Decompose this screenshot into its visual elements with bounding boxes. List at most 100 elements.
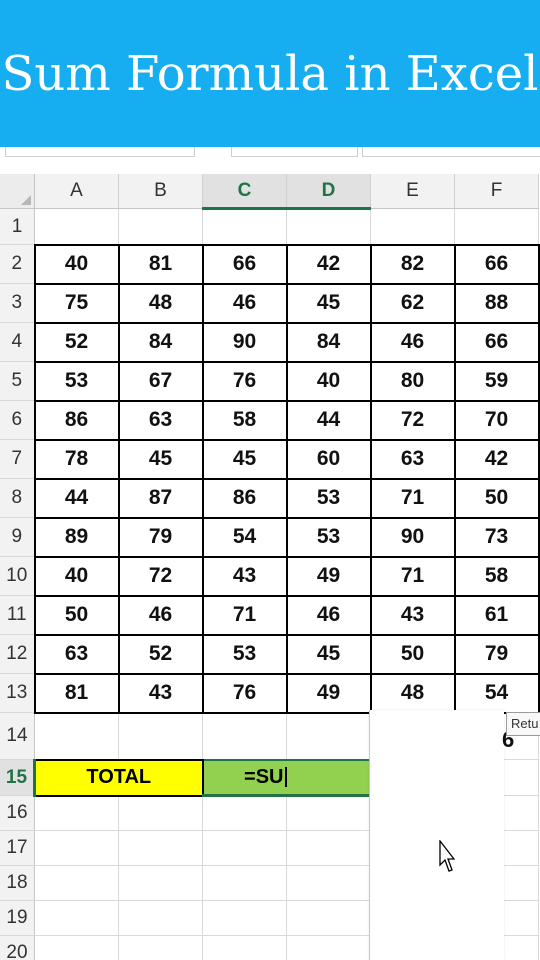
row-header-17[interactable]: 17 [0,830,35,866]
formula-bar[interactable] [362,147,540,157]
data-cell-a5[interactable]: 53 [33,360,120,402]
data-cell-c8[interactable]: 86 [201,477,288,519]
data-cell-d13[interactable]: 49 [285,672,372,714]
data-cell-e9[interactable]: 90 [369,516,456,558]
data-cell-b10[interactable]: 72 [117,555,204,597]
row-header-3[interactable]: 3 [0,283,35,323]
empty-cell[interactable] [34,208,119,245]
empty-cell[interactable] [34,795,119,831]
data-cell-b4[interactable]: 84 [117,321,204,363]
data-cell-d9[interactable]: 53 [285,516,372,558]
empty-cell[interactable] [454,208,539,245]
row-header-4[interactable]: 4 [0,322,35,362]
column-header-e[interactable]: E [370,174,455,209]
data-cell-a9[interactable]: 89 [33,516,120,558]
total-label-cell[interactable]: TOTAL [33,758,204,797]
empty-cell[interactable] [286,865,371,901]
empty-cell[interactable] [34,865,119,901]
data-cell-d11[interactable]: 46 [285,594,372,636]
data-cell-b11[interactable]: 46 [117,594,204,636]
empty-cell[interactable] [202,830,287,866]
empty-cell[interactable] [286,208,371,245]
data-cell-c5[interactable]: 76 [201,360,288,402]
data-cell-b8[interactable]: 87 [117,477,204,519]
data-cell-a13[interactable]: 81 [33,672,120,714]
data-cell-e4[interactable]: 46 [369,321,456,363]
data-cell-c12[interactable]: 53 [201,633,288,675]
data-cell-d7[interactable]: 60 [285,438,372,480]
data-cell-f11[interactable]: 61 [453,594,540,636]
data-cell-c11[interactable]: 71 [201,594,288,636]
row-header-1[interactable]: 1 [0,208,35,245]
data-cell-d12[interactable]: 45 [285,633,372,675]
data-cell-e5[interactable]: 80 [369,360,456,402]
empty-cell[interactable] [286,795,371,831]
data-cell-c4[interactable]: 90 [201,321,288,363]
autocomplete-dropdown[interactable] [369,710,504,960]
empty-cell[interactable] [118,712,203,760]
row-header-8[interactable]: 8 [0,478,35,518]
data-cell-b7[interactable]: 45 [117,438,204,480]
data-cell-d10[interactable]: 49 [285,555,372,597]
data-cell-f10[interactable]: 58 [453,555,540,597]
row-header-16[interactable]: 16 [0,795,35,831]
empty-cell[interactable] [202,935,287,960]
data-cell-a8[interactable]: 44 [33,477,120,519]
data-cell-a6[interactable]: 86 [33,399,120,441]
data-cell-e10[interactable]: 71 [369,555,456,597]
data-cell-e3[interactable]: 62 [369,282,456,324]
data-cell-a3[interactable]: 75 [33,282,120,324]
data-cell-e6[interactable]: 72 [369,399,456,441]
data-cell-a7[interactable]: 78 [33,438,120,480]
empty-cell[interactable] [202,712,287,760]
data-cell-c7[interactable]: 45 [201,438,288,480]
data-cell-e7[interactable]: 63 [369,438,456,480]
data-cell-c13[interactable]: 76 [201,672,288,714]
data-cell-e2[interactable]: 82 [369,243,456,285]
empty-cell[interactable] [202,900,287,936]
row-header-6[interactable]: 6 [0,400,35,440]
empty-cell[interactable] [118,830,203,866]
function-box[interactable] [231,147,358,157]
empty-cell[interactable] [34,935,119,960]
row-header-9[interactable]: 9 [0,517,35,557]
data-cell-a11[interactable]: 50 [33,594,120,636]
column-header-b[interactable]: B [118,174,203,209]
row-header-7[interactable]: 7 [0,439,35,479]
data-cell-d5[interactable]: 40 [285,360,372,402]
data-cell-d4[interactable]: 84 [285,321,372,363]
empty-cell[interactable] [118,795,203,831]
data-cell-f7[interactable]: 42 [453,438,540,480]
data-cell-b3[interactable]: 48 [117,282,204,324]
empty-cell[interactable] [34,830,119,866]
data-cell-f8[interactable]: 50 [453,477,540,519]
data-cell-f12[interactable]: 79 [453,633,540,675]
data-cell-e11[interactable]: 43 [369,594,456,636]
data-cell-f13[interactable]: 54 [453,672,540,714]
formula-cell-d15[interactable] [286,758,372,797]
row-header-5[interactable]: 5 [0,361,35,401]
data-cell-d2[interactable]: 42 [285,243,372,285]
column-header-f[interactable]: F [454,174,539,209]
row-header-19[interactable]: 19 [0,900,35,936]
empty-cell[interactable] [118,900,203,936]
data-cell-f5[interactable]: 59 [453,360,540,402]
row-header-13[interactable]: 13 [0,673,35,713]
row-header-11[interactable]: 11 [0,595,35,635]
data-cell-c10[interactable]: 43 [201,555,288,597]
empty-cell[interactable] [34,712,119,760]
empty-cell[interactable] [286,935,371,960]
data-cell-a4[interactable]: 52 [33,321,120,363]
data-cell-b2[interactable]: 81 [117,243,204,285]
empty-cell[interactable] [286,900,371,936]
data-cell-f4[interactable]: 66 [453,321,540,363]
row-header-10[interactable]: 10 [0,556,35,596]
data-cell-e12[interactable]: 50 [369,633,456,675]
name-box[interactable] [5,147,195,157]
column-header-d[interactable]: D [286,174,371,210]
data-cell-a10[interactable]: 40 [33,555,120,597]
formula-input-cell[interactable]: =SU [201,758,287,797]
data-cell-f2[interactable]: 66 [453,243,540,285]
empty-cell[interactable] [202,795,287,831]
data-cell-e8[interactable]: 71 [369,477,456,519]
